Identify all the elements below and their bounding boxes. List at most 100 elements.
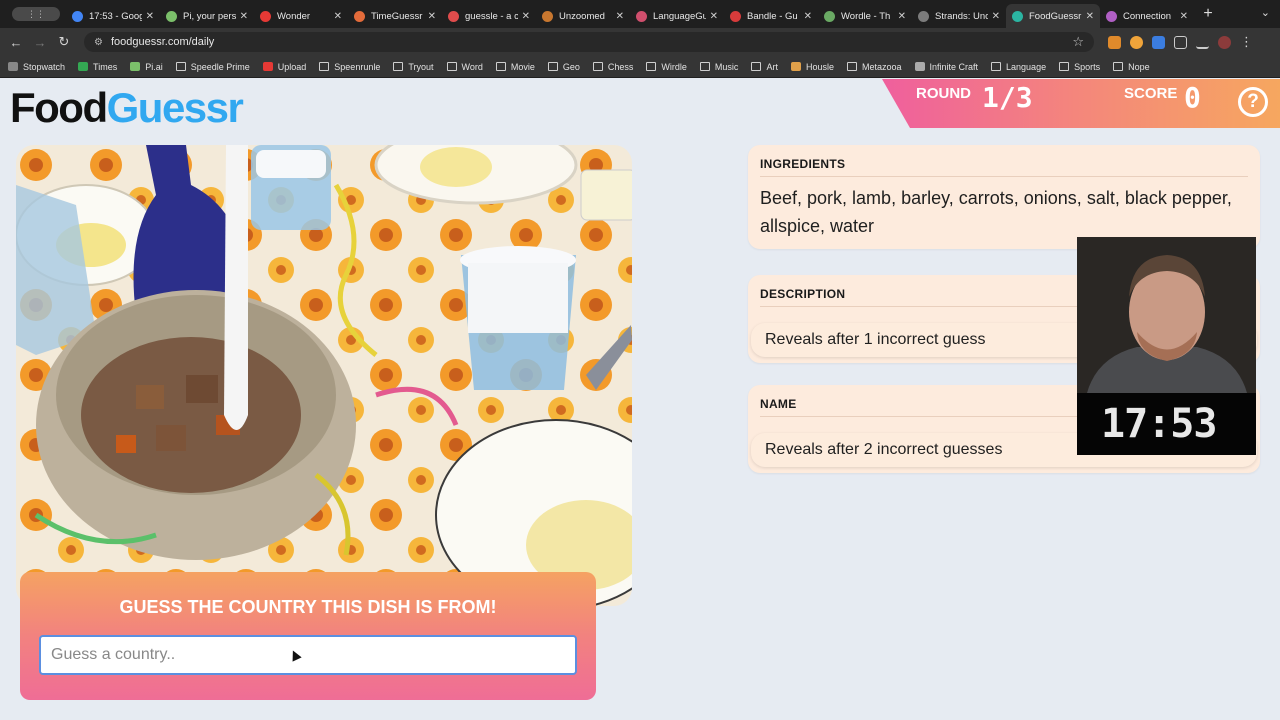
extension-icon[interactable] [1108,35,1121,49]
browser-tab[interactable]: Strands: Unc ✕ [912,4,1006,28]
foodguessr-logo[interactable]: FoodGuessr [10,83,244,133]
bookmark-item[interactable]: Speedle Prime [175,62,250,72]
browser-tab[interactable]: TimeGuessr ✕ [348,4,442,28]
back-icon[interactable]: ← [4,35,28,50]
bookmark-star-icon[interactable]: ☆ [1072,34,1084,50]
folder-icon [592,62,603,71]
bookmark-item[interactable]: Nope [1113,62,1150,72]
bookmark-label: Language [1006,61,1047,72]
bookmark-label: Music [714,61,739,72]
browser-tab[interactable]: Wordle - Th ✕ [818,4,912,28]
tab-close-icon[interactable]: ✕ [428,11,436,22]
tab-title: Bandle - Gu [747,10,798,22]
tab-close-icon[interactable]: ✕ [522,11,530,22]
tab-close-icon[interactable]: ✕ [1180,11,1188,22]
new-tab-button[interactable]: + [1196,5,1220,23]
browser-tab[interactable]: guessle - a c ✕ [442,4,536,28]
house-icon [790,62,801,71]
tab-close-icon[interactable]: ✕ [1086,11,1094,22]
reload-icon[interactable]: ↻ [52,34,76,50]
tab-favicon-icon [354,10,365,22]
site-info-icon[interactable]: ⚙ [94,37,103,48]
bookmark-item[interactable]: Art [751,62,778,72]
tab-favicon-icon [730,10,741,22]
bookmark-item[interactable]: Word [446,62,483,72]
name-text: Reveals after 2 incorrect guesses [765,441,1003,458]
tab-favicon-icon [1106,10,1117,22]
bookmark-item[interactable]: Upload [262,62,306,72]
bookmark-item[interactable]: Speenrunle [319,62,380,72]
browser-tab[interactable]: Connection ✕ [1100,4,1194,28]
guess-panel: GUESS THE COUNTRY THIS DISH IS FROM! [20,572,596,700]
bookmark-item[interactable]: Movie [495,62,535,72]
browser-tab[interactable]: FoodGuessr ✕ [1006,4,1100,28]
bookmark-item[interactable]: Infinite Craft [914,62,978,72]
tab-close-icon[interactable]: ✕ [240,11,248,22]
url-text: foodguessr.com/daily [110,36,215,48]
folder-icon [1059,62,1070,71]
profile-avatar[interactable] [1218,35,1231,49]
bookmark-label: Wirdle [661,61,687,72]
browser-tab[interactable]: Wonder ✕ [254,4,348,28]
bookmark-item[interactable]: Chess [592,62,633,72]
bookmark-item[interactable]: Wirdle [646,62,687,72]
score-label: SCORE [1124,85,1178,102]
bookmark-item[interactable]: Times [78,62,117,72]
tab-group-handle[interactable]: ⋮⋮ [12,7,60,21]
browser-tab[interactable]: Pi, your pers ✕ [160,4,254,28]
bookmark-label: Housle [805,61,834,72]
round-label: ROUND [916,85,971,102]
tab-close-icon[interactable]: ✕ [146,11,154,22]
bookmark-item[interactable]: Music [699,61,739,72]
infinity-icon [914,62,925,71]
browser-tab[interactable]: LanguageGu ✕ [630,4,724,28]
tab-search-icon[interactable]: ⌄ [1261,6,1270,19]
tab-title: 17:53 - Goog [89,10,142,22]
address-bar[interactable]: ⚙ foodguessr.com/daily ☆ [84,32,1094,52]
tab-title: Wordle - Th [841,10,891,22]
bookmark-label: Times [93,61,118,72]
bookmark-item[interactable]: Geo [547,62,580,72]
bookmark-item[interactable]: Housle [790,61,834,72]
bookmark-item[interactable]: Pi.ai [130,62,163,72]
extensions-puzzle-icon[interactable] [1174,35,1187,49]
tab-favicon-icon [166,10,177,22]
forward-icon[interactable]: → [28,35,52,50]
bookmark-item[interactable]: Language [991,62,1046,72]
tab-close-icon[interactable]: ✕ [804,11,812,22]
bookmark-label: Stopwatch [23,61,66,72]
folder-icon [991,62,1002,71]
extension-icon[interactable] [1152,35,1165,49]
extension-icon[interactable] [1130,35,1143,49]
tab-close-icon[interactable]: ✕ [334,11,342,22]
bookmarks-bar: Stopwatch Times Pi.ai Speedle Prime Upload Sp… [0,56,1280,78]
tab-title: Pi, your pers [183,10,236,22]
tab-title: Wonder [277,10,311,22]
score-value: 0 [1184,81,1201,114]
media-control-icon[interactable] [1196,36,1209,49]
browser-tab[interactable]: Unzoomed ✕ [536,4,630,28]
bookmark-item[interactable]: Stopwatch [8,62,65,72]
round-value: 1/3 [982,81,1033,114]
tab-favicon-icon [636,10,647,22]
divider [760,176,1248,177]
bookmark-label: Tryout [408,61,434,72]
youtube-icon [262,62,273,71]
folder-icon [1113,62,1124,71]
tab-close-icon[interactable]: ✕ [710,11,718,22]
tab-close-icon[interactable]: ✕ [898,11,906,22]
menu-kebab-icon[interactable]: ⋮ [1240,34,1253,50]
bookmark-item[interactable]: Sports [1059,62,1100,72]
browser-tab[interactable]: 17:53 - Goog ✕ [66,4,160,28]
bookmark-item[interactable]: Tryout [393,61,434,72]
country-guess-input[interactable] [39,635,577,675]
browser-tab[interactable]: Bandle - Gu ✕ [724,4,818,28]
bookmark-item[interactable]: Metazooa [846,62,902,72]
ingredients-card: INGREDIENTS Beef, pork, lamb, barley, ca… [748,145,1260,249]
tab-close-icon[interactable]: ✕ [992,11,1000,22]
help-button[interactable]: ? [1238,87,1268,117]
tab-close-icon[interactable]: ✕ [616,11,624,22]
tab-title: Connection [1123,10,1172,22]
dish-photo [16,145,632,606]
tab-favicon-icon [542,10,553,22]
